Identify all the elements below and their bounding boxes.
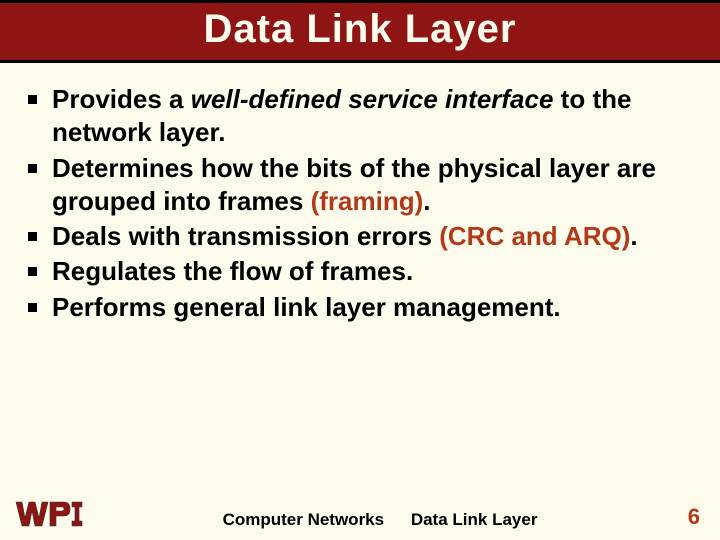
square-bullet-icon — [28, 95, 37, 104]
bullet-text: Regulates the flow of frames. — [52, 256, 413, 286]
bullet-item: Provides a well-defined service interfac… — [18, 83, 702, 150]
title-bar: Data Link Layer — [0, 0, 720, 63]
square-bullet-icon — [28, 303, 37, 312]
bullet-text: Performs general link layer management. — [52, 292, 561, 322]
bullet-text: Deals with transmission errors — [52, 221, 439, 251]
bullet-list: Provides a well-defined service interfac… — [18, 83, 702, 324]
bullet-text: well-defined service interface — [191, 84, 554, 114]
square-bullet-icon — [28, 164, 37, 173]
slide-footer: Computer Networks Data Link Layer 6 — [0, 480, 720, 540]
slide-content: Provides a well-defined service interfac… — [0, 63, 720, 480]
page-number: 6 — [676, 504, 700, 530]
bullet-item: Performs general link layer management. — [18, 291, 702, 324]
square-bullet-icon — [28, 232, 37, 241]
square-bullet-icon — [28, 267, 37, 276]
bullet-text: (framing) — [311, 186, 424, 216]
bullet-item: Deals with transmission errors (CRC and … — [18, 220, 702, 253]
bullet-item: Regulates the flow of frames. — [18, 255, 702, 288]
bullet-text: . — [423, 186, 430, 216]
footer-text: Computer Networks Data Link Layer — [84, 510, 676, 530]
footer-topic: Data Link Layer — [411, 510, 538, 529]
bullet-text: Provides a — [52, 84, 191, 114]
bullet-text: (CRC and ARQ) — [439, 221, 630, 251]
wpi-logo — [14, 496, 84, 530]
slide-title: Data Link Layer — [0, 7, 720, 52]
footer-course: Computer Networks — [223, 510, 385, 529]
bullet-text: . — [630, 221, 637, 251]
bullet-item: Determines how the bits of the physical … — [18, 152, 702, 219]
